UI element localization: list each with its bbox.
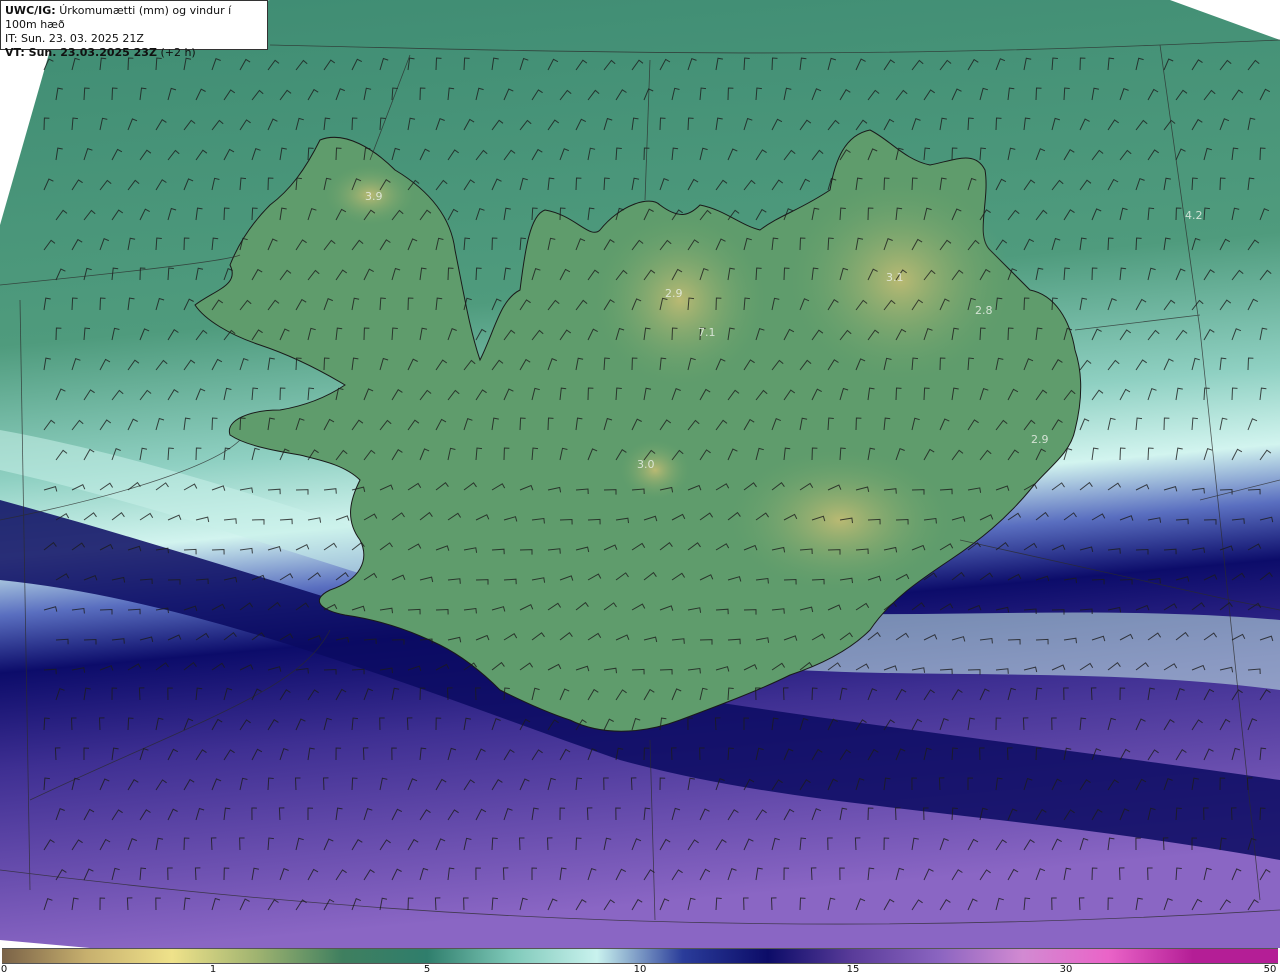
colorbar-segment xyxy=(937,949,1023,963)
colorbar-segment xyxy=(682,949,768,963)
model-name: UWC/IG: xyxy=(5,4,56,17)
value-label: 3.0 xyxy=(637,458,655,471)
colorbar-tick: 10 xyxy=(633,964,647,975)
value-label: 3.9 xyxy=(365,190,383,203)
value-label: 2.9 xyxy=(1031,433,1049,446)
colorbar-tick: 30 xyxy=(1059,964,1073,975)
colorbar-segment xyxy=(257,949,343,963)
value-label: 2.8 xyxy=(975,304,993,317)
colorbar: 0 1 5 10 15 30 50 xyxy=(0,948,1280,978)
initial-time: IT: Sun. 23. 03. 2025 21Z xyxy=(5,32,144,45)
colorbar-segment xyxy=(172,949,258,963)
highland-north xyxy=(595,215,765,385)
colorbar-segment xyxy=(1192,949,1278,963)
colorbar-segment xyxy=(87,949,173,963)
colorbar-segment xyxy=(427,949,513,963)
value-label: 4.2 xyxy=(1185,209,1203,222)
colorbar-segment xyxy=(342,949,428,963)
value-label: 3.1 xyxy=(886,271,904,284)
value-label: 7.1 xyxy=(698,326,716,339)
colorbar-segment xyxy=(1107,949,1193,963)
value-label: 2.9 xyxy=(665,287,683,300)
map-info-box: UWC/IG: Úrkomumætti (mm) og vindur í 100… xyxy=(0,0,268,59)
highland-west xyxy=(620,440,690,500)
colorbar-gradient xyxy=(2,948,1278,964)
colorbar-tick: 1 xyxy=(209,964,217,975)
colorbar-segment xyxy=(767,949,853,963)
colorbar-segment xyxy=(852,949,938,963)
valid-time: VT: Sun. 23.03.2025 23Z xyxy=(5,46,157,59)
colorbar-segment xyxy=(512,949,598,963)
colorbar-tick: 0 xyxy=(0,964,8,975)
colorbar-segment xyxy=(597,949,683,963)
forecast-map: 3.9 2.9 7.1 3.0 3.1 2.8 2.9 4.2 xyxy=(0,0,1280,948)
colorbar-tick: 15 xyxy=(846,964,860,975)
colorbar-tick: 5 xyxy=(423,964,431,975)
colorbar-segment xyxy=(2,949,88,963)
colorbar-segment xyxy=(1022,949,1108,963)
lead-time: (+2 h) xyxy=(160,46,196,59)
colorbar-tick: 50 xyxy=(1263,964,1277,975)
